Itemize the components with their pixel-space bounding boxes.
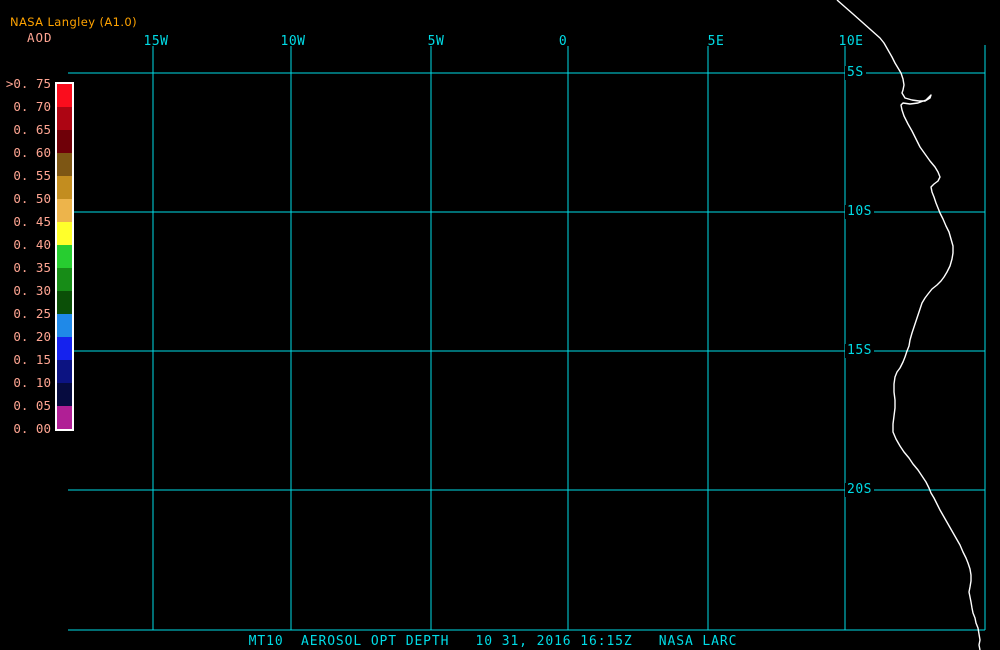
colorbar-segment-8 [57, 268, 72, 291]
colorbar [55, 82, 74, 431]
colorbar-segment-4 [57, 176, 72, 199]
colorbar-segment-5 [57, 199, 72, 222]
coastline [836, 0, 981, 650]
colorbar-tick-label-14: 0. 05 [13, 398, 51, 413]
colorbar-tick-label-7: 0. 40 [13, 237, 51, 252]
colorbar-segment-14 [57, 406, 72, 429]
map-canvas [68, 0, 986, 650]
latitude-label-10S: 10S [845, 204, 874, 219]
colorbar-segment-13 [57, 383, 72, 406]
colorbar-segment-10 [57, 314, 72, 337]
colorbar-tick-label-1: 0. 70 [13, 99, 51, 114]
colorbar-segment-11 [57, 337, 72, 360]
colorbar-segment-3 [57, 153, 72, 176]
colorbar-segment-2 [57, 130, 72, 153]
colorbar-tick-label-11: 0. 20 [13, 329, 51, 344]
colorbar-tick-label-0: >0. 75 [5, 76, 51, 91]
colorbar-tick-label-13: 0. 10 [13, 375, 51, 390]
latitude-label-20S: 20S [845, 482, 874, 497]
colorbar-segment-0 [57, 84, 72, 107]
aod-map-product: NASA Langley (A1.0) AOD >0. 75 0. 70 0. 65… [0, 0, 1000, 650]
colorbar-segment-9 [57, 291, 72, 314]
colorbar-tick-label-9: 0. 30 [13, 283, 51, 298]
colorbar-tick-label-5: 0. 50 [13, 191, 51, 206]
colorbar-tick-label-8: 0. 35 [13, 260, 51, 275]
colorbar-tick-label-12: 0. 15 [13, 352, 51, 367]
colorbar-tick-label-15: 0. 00 [13, 421, 51, 436]
colorbar-tick-label-4: 0. 55 [13, 168, 51, 183]
colorbar-tick-label-10: 0. 25 [13, 306, 51, 321]
colorbar-tick-label-2: 0. 65 [13, 122, 51, 137]
colorbar-segment-12 [57, 360, 72, 383]
latitude-label-15S: 15S [845, 343, 874, 358]
colorbar-tick-label-6: 0. 45 [13, 214, 51, 229]
latitude-label-5S: 5S [845, 65, 866, 80]
colorbar-segment-7 [57, 245, 72, 268]
colorbar-tick-label-3: 0. 60 [13, 145, 51, 160]
colorbar-segment-1 [57, 107, 72, 130]
colorbar-segment-6 [57, 222, 72, 245]
